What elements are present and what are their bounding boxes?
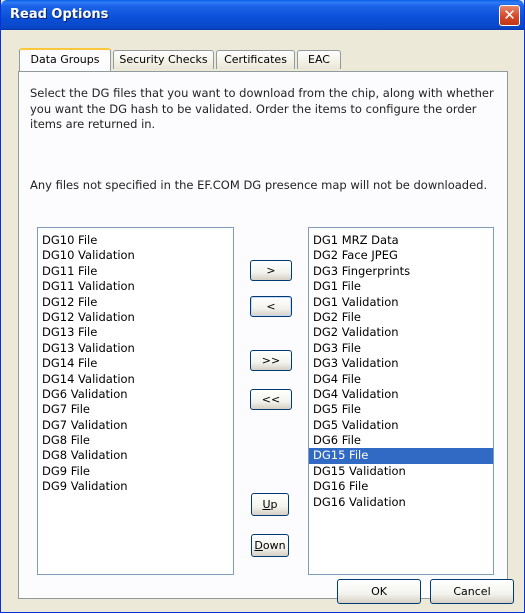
tab-data-groups[interactable]: Data Groups — [19, 48, 111, 71]
available-list-item[interactable]: DG14 Validation — [38, 372, 233, 387]
selected-list-item[interactable]: DG5 File — [309, 402, 493, 417]
move-down-label: own — [262, 539, 286, 552]
selected-list-item[interactable]: DG1 MRZ Data — [309, 233, 493, 248]
available-list-item[interactable]: DG8 File — [38, 433, 233, 448]
move-down-button[interactable]: Down — [251, 534, 289, 557]
move-up-mnemonic: U — [262, 498, 271, 511]
available-list-item[interactable]: DG9 File — [38, 464, 233, 479]
available-list-item[interactable]: DG7 Validation — [38, 418, 233, 433]
available-list-item[interactable]: DG9 Validation — [38, 479, 233, 494]
selected-list-item[interactable]: DG6 File — [309, 433, 493, 448]
move-up-label: p — [270, 498, 278, 511]
selected-list-item[interactable]: DG2 Validation — [309, 325, 493, 340]
available-list-item[interactable]: DG14 File — [38, 356, 233, 371]
add-all-button[interactable]: >> — [250, 350, 292, 371]
presence-map-note: Any files not specified in the EF.COM DG… — [30, 178, 488, 192]
selected-list-item[interactable]: DG3 Fingerprints — [309, 264, 493, 279]
dialog-title: Read Options — [10, 7, 109, 22]
selected-list-item[interactable]: DG2 Face JPEG — [309, 248, 493, 263]
selected-list-item[interactable]: DG16 Validation — [309, 495, 493, 510]
instructions-text: Select the DG files that you want to dow… — [30, 86, 494, 131]
selected-list-item[interactable]: DG2 File — [309, 310, 493, 325]
selected-list-item[interactable]: DG1 File — [309, 279, 493, 294]
remove-button[interactable]: < — [250, 296, 292, 317]
available-list-item[interactable]: DG10 Validation — [38, 248, 233, 263]
tab-security-checks[interactable]: Security Checks — [113, 50, 214, 69]
tab-eac[interactable]: EAC — [297, 50, 341, 69]
available-list-item[interactable]: DG6 Validation — [38, 387, 233, 402]
data-groups-panel: Select the DG files that you want to dow… — [18, 71, 508, 599]
available-list-item[interactable]: DG10 File — [38, 233, 233, 248]
available-list-item[interactable]: DG12 Validation — [38, 310, 233, 325]
remove-all-button[interactable]: << — [250, 389, 292, 410]
read-options-dialog: Read Options ✕ Data Groups Security Chec… — [0, 0, 525, 613]
selected-list-item[interactable]: DG16 File — [309, 479, 493, 494]
selected-list-item[interactable]: DG3 Validation — [309, 356, 493, 371]
available-list-item[interactable]: DG8 Validation — [38, 448, 233, 463]
title-bar[interactable]: Read Options ✕ — [1, 0, 524, 30]
selected-dg-listbox[interactable]: DG1 MRZ Data DG2 Face JPEG DG3 Fingerprint… — [308, 227, 494, 575]
selected-list-item[interactable]: DG3 File — [309, 341, 493, 356]
cancel-button[interactable]: Cancel — [430, 579, 514, 604]
available-list-item[interactable]: DG13 Validation — [38, 341, 233, 356]
selected-list-item[interactable]: DG4 File — [309, 372, 493, 387]
tab-certificates[interactable]: Certificates — [216, 50, 295, 69]
available-list-item[interactable]: DG12 File — [38, 295, 233, 310]
move-up-button[interactable]: Up — [251, 493, 289, 516]
close-icon: ✕ — [503, 6, 516, 24]
ok-button[interactable]: OK — [337, 579, 421, 604]
close-button[interactable]: ✕ — [499, 5, 520, 26]
selected-list-item[interactable]: DG4 Validation — [309, 387, 493, 402]
available-list-item[interactable]: DG11 File — [38, 264, 233, 279]
selected-list-item[interactable]: DG1 Validation — [309, 295, 493, 310]
selected-list-item[interactable]: DG15 File — [309, 448, 493, 464]
available-dg-listbox[interactable]: DG10 File DG10 Validation DG11 File DG11 Va… — [37, 227, 234, 575]
available-list-item[interactable]: DG11 Validation — [38, 279, 233, 294]
available-list-item[interactable]: DG7 File — [38, 402, 233, 417]
dialog-client-area: Data Groups Security Checks Certificates… — [5, 30, 520, 608]
move-down-mnemonic: D — [254, 539, 263, 552]
available-list-item[interactable]: DG13 File — [38, 325, 233, 340]
add-button[interactable]: > — [250, 260, 292, 281]
selected-list-item[interactable]: DG5 Validation — [309, 418, 493, 433]
selected-list-item[interactable]: DG15 Validation — [309, 464, 493, 479]
